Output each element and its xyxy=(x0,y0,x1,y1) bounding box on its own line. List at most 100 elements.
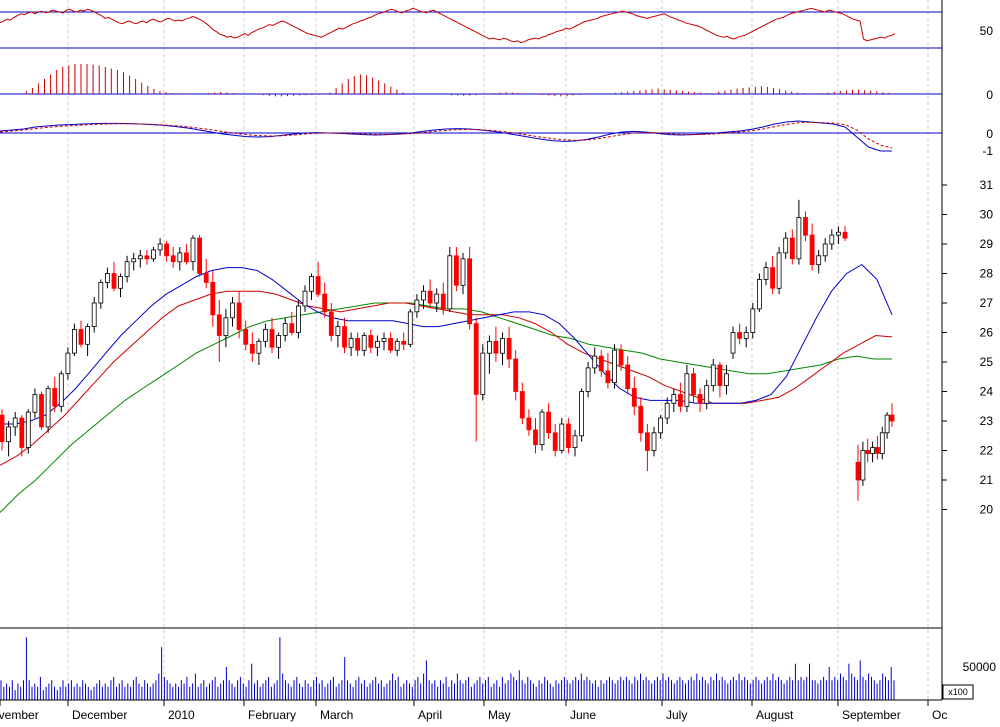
candle-body xyxy=(335,326,341,336)
candle-body xyxy=(295,305,301,333)
candle-body xyxy=(486,340,492,354)
candle xyxy=(407,308,413,348)
candle-body xyxy=(388,337,394,351)
candle-body xyxy=(249,343,255,354)
candle-body xyxy=(348,337,354,348)
candle-body xyxy=(625,364,631,390)
candle-body xyxy=(870,447,875,454)
candle-body xyxy=(243,329,249,345)
candle xyxy=(776,247,782,295)
candle-body xyxy=(118,276,123,289)
candle-body xyxy=(289,323,295,333)
x-axis-month-label: ovember xyxy=(0,708,39,722)
candle-body xyxy=(39,394,44,428)
candle-body xyxy=(803,217,808,236)
candle-body xyxy=(210,281,216,316)
candle-body xyxy=(865,450,871,454)
candle-body xyxy=(440,293,446,310)
candle-body xyxy=(328,311,334,336)
candle xyxy=(757,273,762,312)
candle-body xyxy=(519,391,525,419)
volume-tick-label: 50000 xyxy=(963,660,997,674)
candle-body xyxy=(302,290,308,307)
candle-body xyxy=(414,299,420,313)
x-axis-month-label: July xyxy=(666,708,687,722)
candle-body xyxy=(526,417,532,431)
candle-body xyxy=(513,358,519,392)
candle-body xyxy=(842,231,848,239)
candle-body xyxy=(724,373,729,386)
candle-body xyxy=(697,394,703,404)
candle-body xyxy=(658,417,663,434)
candle-body xyxy=(144,255,150,260)
price-tick-label: 26 xyxy=(980,326,994,340)
candle-body xyxy=(645,432,650,451)
candle xyxy=(39,391,44,430)
candle-body xyxy=(566,423,571,449)
candle xyxy=(295,300,301,339)
candle-body xyxy=(539,411,545,446)
candle-body xyxy=(91,302,97,328)
candle-body xyxy=(533,429,538,446)
candle-body xyxy=(783,237,789,254)
candle-body xyxy=(860,450,866,481)
candle xyxy=(612,344,617,389)
candle-body xyxy=(401,340,407,345)
price-tick-label: 30 xyxy=(980,208,994,222)
candle-body xyxy=(170,255,176,263)
candle-body xyxy=(453,255,459,286)
candle-body xyxy=(282,323,288,336)
candle-body xyxy=(355,337,361,351)
candle-body xyxy=(262,329,268,342)
candle-body xyxy=(0,414,5,443)
x-axis-month-label: Oc xyxy=(932,708,947,722)
candle-body xyxy=(230,302,235,319)
candle-body xyxy=(671,394,677,404)
volume-unit-label: x100 xyxy=(948,687,968,697)
candle-body xyxy=(605,370,611,384)
candle-body xyxy=(374,340,380,348)
candle-body xyxy=(730,332,736,354)
candle-body xyxy=(704,385,710,404)
candle-body xyxy=(737,332,742,339)
candle-body xyxy=(743,332,749,339)
candle-body xyxy=(460,258,466,286)
candle-body xyxy=(473,323,479,395)
candle-body xyxy=(78,329,84,345)
candle-body xyxy=(25,411,31,448)
candle-body xyxy=(52,388,58,407)
candle-body xyxy=(111,273,117,289)
candle-body xyxy=(98,281,104,304)
candle-body xyxy=(750,308,756,333)
candle-body xyxy=(493,340,499,354)
candle-body xyxy=(361,335,367,351)
x-axis-month-label: August xyxy=(756,708,794,722)
price-tick-label: 21 xyxy=(980,473,994,487)
chart-canvas: 50 0 0 -1 31 30 29 28 27 26 25 24 23 22 21 20 50000… xyxy=(0,0,1000,722)
histogram-tick-label: 0 xyxy=(986,88,993,102)
candle xyxy=(467,247,473,330)
candle-body xyxy=(12,417,18,428)
price-tick-label: 25 xyxy=(980,355,994,369)
candle-body xyxy=(157,243,163,251)
x-axis-month-label: September xyxy=(842,708,901,722)
candle-body xyxy=(651,432,657,451)
candle-body xyxy=(203,273,209,283)
x-axis-month-label: March xyxy=(320,708,353,722)
candle-body xyxy=(137,255,143,260)
candle-body xyxy=(664,402,670,419)
candle-body xyxy=(236,302,242,330)
candle-body xyxy=(45,388,51,428)
candle-body xyxy=(197,237,203,274)
candle-body xyxy=(183,252,189,263)
candle xyxy=(539,409,545,451)
price-tick-label: 28 xyxy=(980,267,994,281)
candle-body xyxy=(421,290,426,301)
price-tick-label: 24 xyxy=(980,385,994,399)
candle-body xyxy=(552,432,558,451)
candle-body xyxy=(559,423,565,451)
candle-body xyxy=(342,326,347,348)
candle-body xyxy=(776,252,782,289)
candle-body xyxy=(796,217,802,260)
candle-body xyxy=(879,432,885,454)
